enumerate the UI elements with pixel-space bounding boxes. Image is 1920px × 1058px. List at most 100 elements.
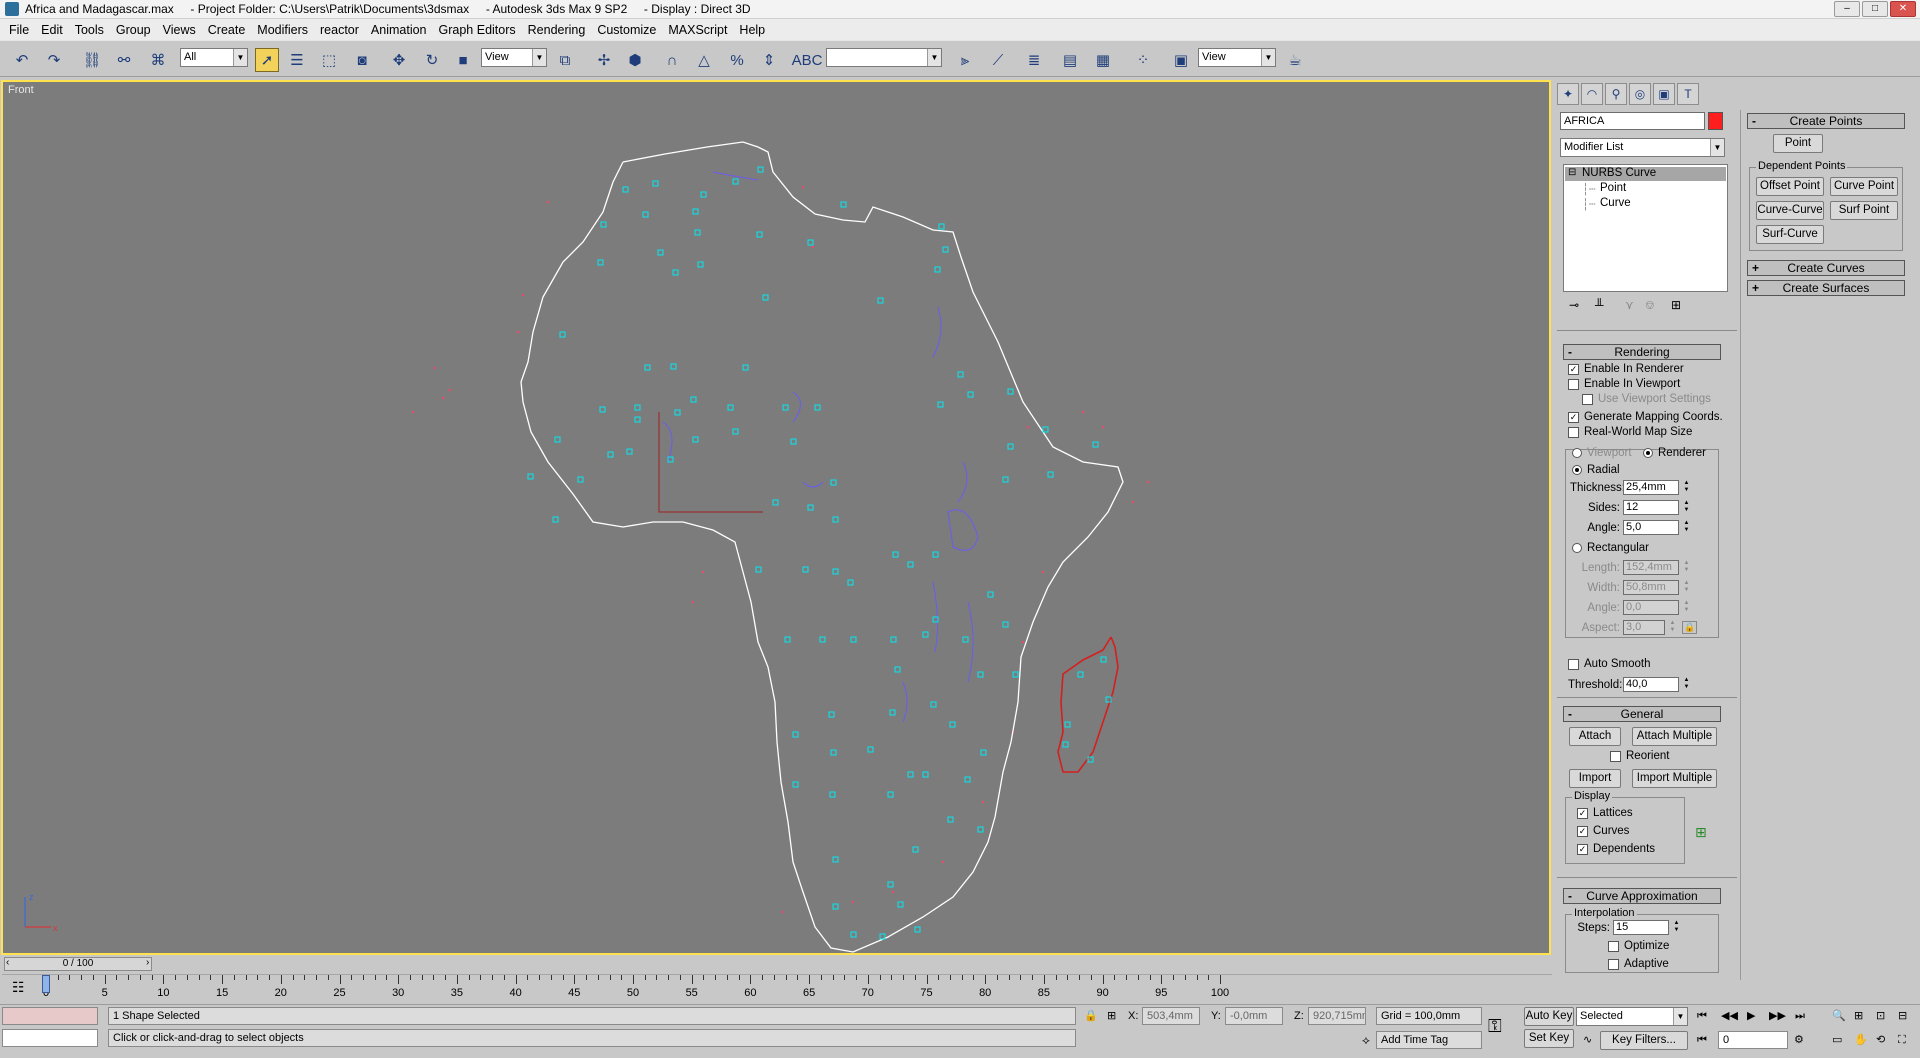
curves-checkbox[interactable]: ✓ Curves	[1577, 825, 1629, 837]
radial-radio[interactable]: Radial	[1572, 464, 1620, 476]
width-spinner[interactable]: Width: 50,8mm ▲ ▼	[1570, 580, 1691, 595]
key-icon[interactable]: ⚿	[1484, 1017, 1506, 1037]
general-rollout-header[interactable]: - General	[1563, 706, 1721, 722]
length-value[interactable]: 152,4mm	[1623, 560, 1679, 575]
mirror-icon[interactable]: ⫸	[953, 48, 977, 72]
menu-animation[interactable]: Animation	[365, 23, 433, 37]
menu-modifiers[interactable]: Modifiers	[251, 23, 314, 37]
spinner-arrows-icon[interactable]: ▲ ▼	[1682, 520, 1691, 535]
current-frame-field[interactable]: 0	[1718, 1031, 1788, 1049]
window-crossing-icon[interactable]: ◙	[350, 48, 374, 72]
front-viewport[interactable]: Front z x	[1, 80, 1551, 955]
maximize-button[interactable]: □	[1862, 1, 1888, 17]
threshold-spinner[interactable]: Threshold: 40,0 ▲ ▼	[1568, 677, 1691, 692]
modifier-stack[interactable]: ⊟ NURBS Curve ┆┄ Point ┆┄ Curve	[1563, 164, 1728, 292]
select-and-link-icon[interactable]: ⛓	[80, 48, 104, 72]
make-unique-icon[interactable]: ⋎	[1625, 298, 1634, 312]
modifier-list-dropdown[interactable]: Modifier List ▼	[1560, 138, 1725, 157]
create-points-rollout-header[interactable]: - Create Points	[1747, 113, 1905, 129]
enable-in-viewport-checkbox[interactable]: Enable In Viewport	[1568, 378, 1680, 390]
minimize-button[interactable]: –	[1834, 1, 1860, 17]
adaptive-checkbox[interactable]: Adaptive	[1608, 958, 1669, 970]
set-key-button[interactable]: Set Key	[1524, 1029, 1574, 1048]
curve-editor-icon[interactable]: ▤	[1058, 48, 1082, 72]
curve-point-button[interactable]: Curve Point	[1830, 177, 1898, 196]
create-curves-rollout-header[interactable]: + Create Curves	[1747, 260, 1905, 276]
angle-value[interactable]: 5,0	[1623, 520, 1679, 535]
motion-tab-icon[interactable]: ◎	[1629, 83, 1651, 105]
steps-spinner[interactable]: Steps: 15 ▲ ▼	[1570, 920, 1681, 935]
menu-create[interactable]: Create	[202, 23, 252, 37]
lock-icon[interactable]: 🔒	[1080, 1007, 1102, 1027]
africa-outline[interactable]	[520, 141, 1124, 953]
lattices-checkbox[interactable]: ✓ Lattices	[1577, 807, 1633, 819]
render-view-dropdown[interactable]: View ▼	[1198, 48, 1276, 67]
teapot-icon[interactable]: ☕	[1283, 48, 1307, 72]
create-surfaces-rollout-header[interactable]: + Create Surfaces	[1747, 280, 1905, 296]
zoom-extents-icon[interactable]: ⊡	[1872, 1007, 1889, 1027]
stack-item-point[interactable]: Point	[1600, 182, 1626, 194]
auto-smooth-checkbox[interactable]: Auto Smooth	[1568, 658, 1650, 670]
spinner-arrows-icon[interactable]: ▲ ▼	[1668, 620, 1677, 635]
unlink-icon[interactable]: ⚯	[112, 48, 136, 72]
arc-rotate-icon[interactable]: ⟲	[1872, 1031, 1889, 1051]
madagascar-outline[interactable]	[1057, 636, 1119, 773]
surf-curve-button[interactable]: Surf-Curve	[1756, 225, 1824, 244]
maxscript-input[interactable]	[2, 1029, 98, 1047]
thickness-spinner[interactable]: Thickness: 25,4mm ▲ ▼	[1570, 480, 1691, 495]
sides-spinner[interactable]: Sides: 12 ▲ ▼	[1570, 500, 1691, 515]
edit-named-selection-icon[interactable]: ABC	[792, 48, 823, 72]
rectangular-selection-icon[interactable]: ⬚	[317, 48, 341, 72]
select-by-name-icon[interactable]: ☰	[285, 48, 309, 72]
move-icon[interactable]: ✥	[387, 48, 411, 72]
maximize-viewport-icon[interactable]: ⛶	[1894, 1031, 1910, 1051]
spinner-arrows-icon[interactable]: ▲ ▼	[1682, 580, 1691, 595]
hierarchy-tab-icon[interactable]: ⚲	[1605, 83, 1627, 105]
dependents-checkbox[interactable]: ✓ Dependents	[1577, 843, 1655, 855]
spinner-arrows-icon[interactable]: ▲ ▼	[1682, 480, 1691, 495]
menu-customize[interactable]: Customize	[591, 23, 662, 37]
slider-right-arrow-icon[interactable]: ›	[146, 957, 149, 968]
menu-group[interactable]: Group	[110, 23, 157, 37]
undo-icon[interactable]: ↶	[10, 48, 34, 72]
use-viewport-settings-checkbox[interactable]: Use Viewport Settings	[1582, 393, 1711, 405]
stack-item-nurbs-curve[interactable]: NURBS Curve	[1582, 167, 1656, 179]
zoom-icon[interactable]: 🔍	[1828, 1007, 1850, 1027]
time-slider[interactable]: 0 / 100	[4, 957, 152, 971]
select-arrow-icon[interactable]: ➚	[255, 48, 279, 72]
time-configuration-icon[interactable]: ⚙	[1790, 1031, 1808, 1051]
nurbs-control-points[interactable]	[527, 166, 1112, 940]
surf-point-button[interactable]: Surf Point	[1830, 201, 1898, 220]
add-time-tag-button[interactable]: Add Time Tag	[1376, 1031, 1482, 1049]
rotate-icon[interactable]: ↻	[420, 48, 444, 72]
go-to-end-icon[interactable]: ⏭	[1791, 1007, 1809, 1027]
curve-approximation-rollout-header[interactable]: - Curve Approximation	[1563, 888, 1721, 904]
configure-modifier-sets-icon[interactable]: ⊞	[1671, 298, 1681, 312]
schematic-view-icon[interactable]: ▦	[1091, 48, 1115, 72]
real-world-map-size-checkbox[interactable]: Real-World Map Size	[1568, 426, 1692, 438]
align-icon[interactable]: ⟋	[986, 48, 1010, 72]
modify-tab-icon[interactable]: ◠	[1581, 83, 1603, 105]
slider-left-arrow-icon[interactable]: ‹	[6, 957, 9, 968]
spinner-arrows-icon[interactable]: ▲ ▼	[1682, 600, 1691, 615]
layer-manager-icon[interactable]: ≣	[1022, 48, 1046, 72]
utilities-tab-icon[interactable]: T	[1677, 83, 1699, 105]
named-selection-dropdown[interactable]: ▼	[826, 48, 942, 67]
threshold-value[interactable]: 40,0	[1623, 677, 1679, 692]
maxscript-listener-mini[interactable]	[2, 1007, 98, 1025]
enable-in-renderer-checkbox[interactable]: ✓ Enable In Renderer	[1568, 363, 1684, 375]
object-color-swatch[interactable]	[1708, 112, 1723, 130]
reorient-checkbox[interactable]: Reorient	[1610, 750, 1669, 762]
create-tab-icon[interactable]: ✦	[1557, 83, 1579, 105]
spinner-arrows-icon[interactable]: ▲ ▼	[1682, 677, 1691, 692]
renderer-radio[interactable]: Renderer	[1643, 447, 1706, 459]
aspect-lock-icon[interactable]: 🔒	[1682, 621, 1698, 634]
bind-space-warp-icon[interactable]: ⌘	[146, 48, 170, 72]
angle-rect-spinner[interactable]: Angle: 0,0 ▲ ▼	[1570, 600, 1691, 615]
menu-tools[interactable]: Tools	[69, 23, 110, 37]
y-coord-field[interactable]: -0,0mm	[1225, 1007, 1283, 1025]
aspect-value[interactable]: 3,0	[1623, 620, 1665, 635]
menu-reactor[interactable]: reactor	[314, 23, 365, 37]
reference-coordinate-dropdown[interactable]: View ▼	[481, 48, 547, 67]
width-value[interactable]: 50,8mm	[1623, 580, 1679, 595]
